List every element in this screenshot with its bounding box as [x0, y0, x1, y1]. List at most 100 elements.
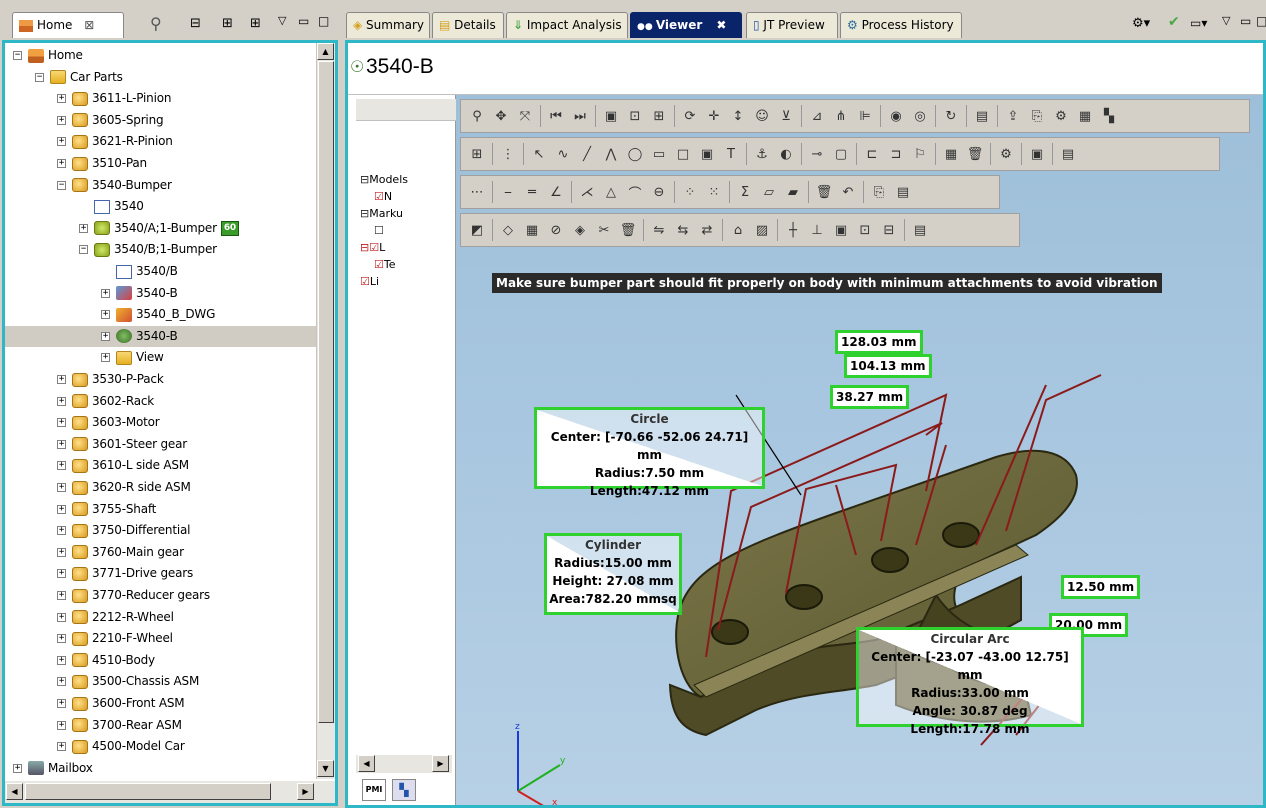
expand-icon[interactable]: + [57, 375, 66, 384]
scroll-thumb[interactable] [318, 61, 334, 723]
dimension-label-4[interactable]: 12.50 mm [1061, 575, 1141, 599]
search-icon[interactable]: ⚲ [150, 14, 162, 33]
zoom-box-icon[interactable]: ⊡ [626, 107, 644, 125]
expand-icon[interactable]: + [57, 418, 66, 428]
tab-jt-preview[interactable]: ▯ JT Preview [746, 12, 838, 38]
collapse-icon[interactable]: − [35, 72, 44, 82]
markup-checkbox-icon[interactable]: ⊟ [360, 173, 369, 186]
updown-icon[interactable]: ↕ [729, 107, 747, 125]
tree-item[interactable]: +4500-Model Car [5, 736, 316, 757]
undo-icon[interactable]: ↶ [839, 183, 857, 201]
tree-item[interactable]: − Car Parts [5, 67, 316, 88]
markup-checkbox-icon[interactable]: ☑ [374, 258, 384, 271]
flag-icon[interactable]: ⚐ [911, 145, 929, 163]
select-icon[interactable]: ▣ [602, 107, 620, 125]
markup-checkbox-icon[interactable]: ☐ [374, 224, 384, 237]
link-icon[interactable]: ⊸ [808, 145, 826, 163]
line-icon[interactable]: ╱ [578, 145, 596, 163]
show-icon[interactable]: ◎ [911, 107, 929, 125]
pts2-icon[interactable]: ⁙ [705, 183, 723, 201]
hatch-icon[interactable]: ▨ [753, 221, 771, 239]
zoom-icon[interactable]: ⚲ [468, 107, 486, 125]
expand-icon[interactable]: + [13, 763, 22, 773]
expand-icon[interactable]: + [57, 699, 66, 708]
tree-item[interactable]: +3700-Rear ASM [5, 715, 316, 736]
view-menu-icon[interactable]: ▽ [1222, 14, 1230, 27]
perp-icon[interactable]: ⊥ [808, 221, 826, 239]
tree-item[interactable]: + View [5, 347, 316, 368]
dock-icon[interactable]: ⊫ [856, 107, 874, 125]
move-icon[interactable]: ⇆ [674, 221, 692, 239]
tree-item[interactable]: + Mailbox [5, 758, 316, 779]
align-right-icon[interactable]: ⊐ [887, 145, 905, 163]
refresh-icon[interactable]: ↻ [942, 107, 960, 125]
expand-icon[interactable]: + [57, 483, 66, 492]
list-icon[interactable]: ▤ [1059, 145, 1077, 163]
collapse-icon[interactable]: − [79, 245, 88, 255]
tab-summary[interactable]: ◈ Summary [346, 12, 430, 38]
tree-item[interactable]: 3540/B [5, 261, 316, 282]
view-menu-icon[interactable]: ▽ [278, 14, 286, 27]
check-icon[interactable]: ✔ [1168, 14, 1180, 30]
section-icon[interactable]: ◩ [468, 221, 486, 239]
tree-vertical-scrollbar[interactable]: ▲ ▼ [316, 43, 335, 779]
vol-icon[interactable]: ▰ [784, 183, 802, 201]
markup-checkbox-icon[interactable]: ⊟☑ [360, 241, 379, 254]
expand-icon[interactable]: + [57, 137, 66, 147]
copy-icon[interactable]: ⎘ [870, 183, 888, 201]
triangle-icon[interactable]: △ [602, 183, 620, 201]
tree-item[interactable]: +3540/A;1-Bumper 60 [5, 218, 316, 239]
plane-icon[interactable]: ◈ [571, 221, 589, 239]
note-icon[interactable]: ▢ [832, 145, 850, 163]
line-dist-icon[interactable]: ═ [523, 183, 541, 201]
angle-icon[interactable]: ∠ [547, 183, 565, 201]
move-icon[interactable]: ✛ [705, 107, 723, 125]
expand-icon[interactable]: + [57, 655, 66, 665]
tree-item[interactable]: +3510-Pan [5, 153, 316, 174]
expand-icon[interactable]: + [57, 612, 66, 622]
3d-viewport[interactable]: ⚲ ✥ ⤧ ⏮ ⏭ ▣ ⊡ ⊞ ⟳ ✛ ↕ ☺ ⊻ ⊿ ⋔ ⊫ ◉ ◎ ↻ ▤ ⇪ ⎘ ⚙ ▦ ▚ ⊞ ⋮ ↖ ∿ ╱ ⋀ ◯ ▭ □ ▣ T ⚓ ◐ ⊸… [456, 95, 1263, 805]
tab-home[interactable]: Home ⊠ [12, 12, 124, 38]
circle-icon[interactable]: ⊖ [650, 183, 668, 201]
markup-checkbox-icon[interactable]: ☑ [360, 275, 370, 288]
tree-item[interactable]: +3610-L side ASM [5, 455, 316, 476]
tab-details[interactable]: ▤ Details [432, 12, 504, 38]
anchor-icon[interactable]: ⚓ [753, 145, 771, 163]
markup-checkbox-icon[interactable]: ☑ [374, 190, 384, 203]
markup-tree-item[interactable]: ⊟Marku [360, 205, 452, 222]
tree-item[interactable]: +3603-Motor [5, 412, 316, 433]
expand-all-icon[interactable]: ⊞ [250, 16, 261, 31]
tree-item[interactable]: +3771-Drive gears [5, 563, 316, 584]
scroll-right-button[interactable]: ▶ [432, 755, 449, 772]
frame-icon[interactable]: ⊞ [650, 107, 668, 125]
tree-item[interactable]: +3540-B [5, 325, 316, 347]
rotate-icon[interactable]: ⟳ [681, 107, 699, 125]
tree-item[interactable]: − Home [5, 45, 316, 66]
expand-icon[interactable]: + [57, 742, 66, 752]
align-icon[interactable]: ⋔ [832, 107, 850, 125]
walk-icon[interactable]: ☺ [753, 107, 771, 125]
grid-icon[interactable]: ⊞ [468, 145, 486, 163]
tree-item[interactable]: +3750-Differential [5, 520, 316, 541]
window-icon[interactable]: ▣ [1028, 145, 1046, 163]
view-settings-icon[interactable]: ⚙▾ [1132, 16, 1150, 31]
delete-icon[interactable]: 🗑 [966, 145, 984, 163]
hscroll-thumb[interactable] [25, 783, 271, 800]
maximize-icon[interactable]: □ [1256, 14, 1266, 28]
ellipse-icon[interactable]: ◯ [626, 145, 644, 163]
dimension-label-3[interactable]: 38.27 mm [830, 385, 910, 409]
tree-item[interactable]: +3760-Main gear [5, 542, 316, 563]
lock-icon[interactable]: ⊡ [856, 221, 874, 239]
last-icon[interactable]: ⏭ [571, 107, 589, 125]
tree-item[interactable]: +3770-Reducer gears [5, 585, 316, 606]
tree-icon[interactable]: ⋮ [499, 145, 517, 163]
expand-icon[interactable]: + [57, 720, 66, 730]
diamond-icon[interactable]: ◇ [499, 221, 517, 239]
tree-item[interactable]: +2212-R-Wheel [5, 607, 316, 628]
scroll-right-button[interactable]: ▶ [297, 783, 314, 800]
settings-icon[interactable]: ⚙ [997, 145, 1015, 163]
pmi-tab[interactable]: PMI [362, 779, 386, 801]
minimize-icon[interactable]: ▭ [1240, 14, 1251, 28]
expand-icon[interactable]: + [57, 439, 66, 449]
text-icon[interactable]: T [722, 145, 740, 163]
